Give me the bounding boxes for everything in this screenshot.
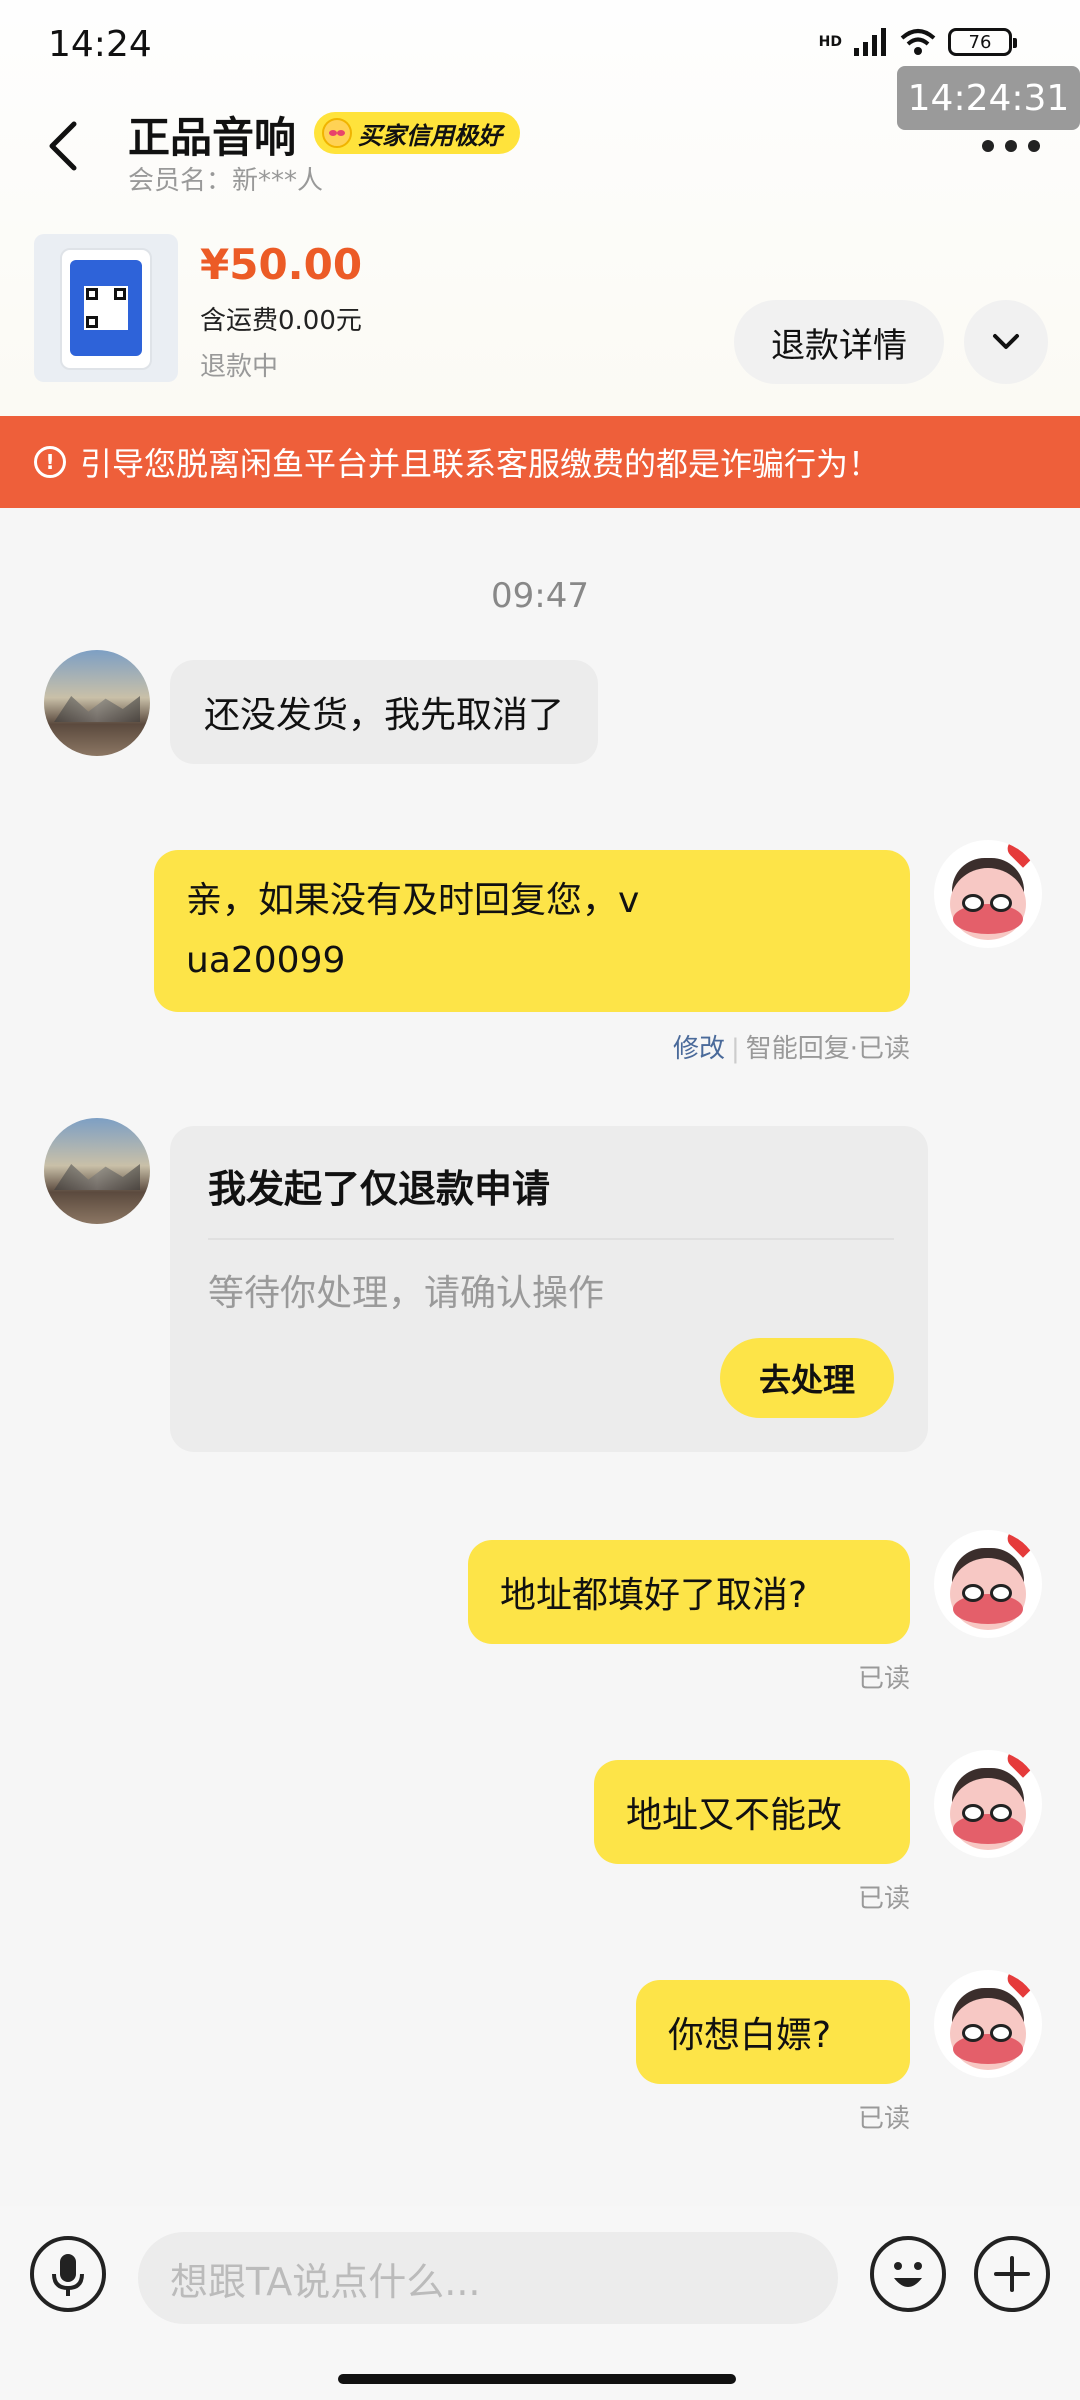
overlay-clock: 14:24:31 [897,66,1080,130]
message-meta: 修改 | 智能回复·已读 [672,1034,910,1064]
handle-button[interactable]: 去处理 [720,1338,894,1418]
my-avatar[interactable] [934,840,1042,948]
heart-icon [1010,1532,1036,1558]
status-icons: HD 76 [818,28,1017,56]
read-status: 智能回复·已读 [745,1034,910,1064]
heart-icon [1010,842,1036,868]
battery-icon: 76 [948,28,1017,56]
refund-request-card: 我发起了仅退款申请 等待你处理，请确认操作 去处理 [170,1126,928,1452]
read-status: 已读 [857,1884,910,1914]
microphone-icon[interactable] [30,2236,106,2312]
warning-icon: ! [34,446,66,478]
outgoing-message[interactable]: 地址都填好了取消? [468,1540,910,1644]
shipping-fee: 含运费0.00元 [200,306,362,336]
my-avatar[interactable] [934,1970,1042,2078]
read-status: 已读 [857,1664,910,1694]
warning-text: 引导您脱离闲鱼平台并且联系客服缴费的都是诈骗行为！ [80,445,881,483]
card-subtitle: 等待你处理，请确认操作 [208,1273,605,1314]
contact-avatar[interactable] [44,650,150,756]
input-bar: 想跟TA说点什么... [0,2206,1080,2400]
product-price: ¥50.00 [200,240,363,289]
message-line: 亲，如果没有及时回复您，v [186,880,640,921]
chat-timestamp: 09:47 [491,576,589,616]
scam-warning-banner: ! 引导您脱离闲鱼平台并且联系客服缴费的都是诈骗行为！ [0,416,1080,508]
expand-button[interactable] [964,300,1048,384]
outgoing-message[interactable]: 地址又不能改 [594,1760,910,1864]
member-name: 会员名：新***人 [128,166,324,196]
read-status: 已读 [857,2104,910,2134]
refund-details-button[interactable]: 退款详情 [734,300,944,384]
status-time: 14:24 [48,24,152,65]
wifi-icon [900,29,936,55]
product-image[interactable] [34,234,178,382]
divider [208,1238,894,1240]
home-indicator[interactable] [338,2374,736,2384]
card-title: 我发起了仅退款申请 [208,1167,551,1211]
signal-icon [854,28,886,56]
outgoing-message[interactable]: 你想白嫖? [636,1980,910,2084]
credit-badge-label: 买家信用极好 [358,121,502,150]
emoji-icon[interactable] [870,2236,946,2312]
heart-icon [1010,1752,1036,1778]
message-input[interactable]: 想跟TA说点什么... [138,2232,838,2324]
refund-status: 退款中 [200,352,279,382]
more-icon[interactable] [982,140,1040,152]
page-title: 正品音响 [128,113,297,162]
message-line: ua20099 [186,940,346,981]
chevron-down-icon [993,334,1019,349]
back-arrow-icon[interactable] [44,118,84,174]
outgoing-message[interactable]: 亲，如果没有及时回复您，v ua20099 [154,850,910,1012]
incoming-message[interactable]: 还没发货，我先取消了 [170,660,599,764]
smile-face-icon [322,118,352,148]
network-label: HD [818,34,842,50]
edit-link[interactable]: 修改 [673,1034,725,1064]
plus-icon[interactable] [974,2236,1050,2312]
credit-badge: 买家信用极好 [314,112,520,154]
heart-icon [1010,1972,1036,1998]
my-avatar[interactable] [934,1750,1042,1858]
my-avatar[interactable] [934,1530,1042,1638]
contact-avatar[interactable] [44,1118,150,1224]
